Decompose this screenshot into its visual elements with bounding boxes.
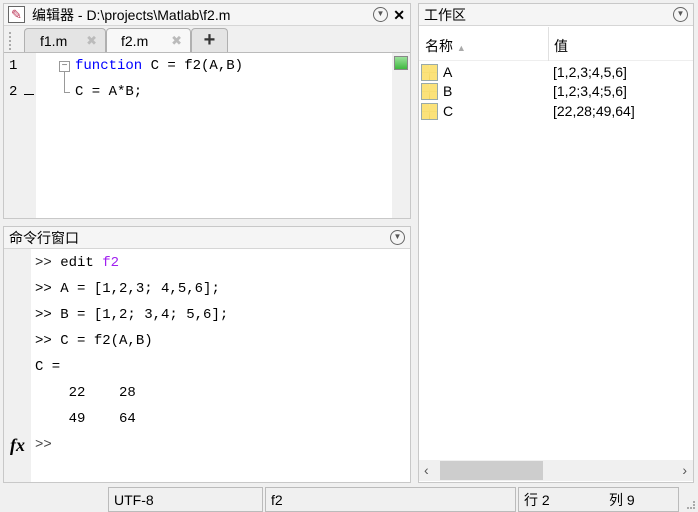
code-text: C = f2(A,B) (142, 58, 244, 74)
output-line: 22 28 (35, 385, 136, 401)
tab-label: f1.m (40, 33, 68, 49)
line-number: 1 (9, 58, 18, 74)
workspace-panel: 工作区 ▼ 名称 ▲ 值 A [1,2,3;4,5,6] B [1,2;3,4;5,… (418, 3, 694, 483)
fold-line (64, 72, 70, 93)
tab-label: f2.m (121, 33, 149, 49)
code-line-2: C = A*B; (75, 84, 143, 100)
right-margin (392, 53, 410, 218)
workspace-title-bar: 工作区 ▼ (419, 4, 693, 26)
workspace-header: 名称 ▲ 值 (419, 27, 693, 61)
panel-menu-icon[interactable]: ▼ (373, 7, 388, 22)
code-area[interactable]: 1 2 − function C = f2(A,B) C = A*B; (4, 52, 410, 218)
fold-collapse-icon[interactable]: − (59, 61, 70, 72)
panel-menu-icon[interactable]: ▼ (673, 7, 688, 22)
status-encoding: UTF-8 (108, 487, 263, 512)
command-window-title: 命令行窗口 (9, 230, 79, 246)
tab-grip[interactable] (9, 32, 13, 50)
scroll-left-icon[interactable]: ‹ (424, 462, 429, 478)
output-line: 49 64 (35, 411, 136, 427)
keyword: function (75, 58, 143, 74)
variable-row[interactable]: B [1,2;3,4;5,6] (419, 81, 693, 101)
matrix-variable-icon (421, 103, 438, 120)
editor-pencil-icon: ✎ (8, 6, 25, 23)
command-line: >> A = [1,2,3; 4,5,6]; (35, 281, 220, 297)
panel-menu-icon[interactable]: ▼ (390, 230, 405, 245)
tab-f1[interactable]: f1.m ✖ (24, 28, 106, 53)
command-output[interactable]: >> edit f2 >> A = [1,2,3; 4,5,6]; >> B =… (35, 255, 405, 463)
plus-icon: + (203, 29, 216, 51)
value-column-header[interactable]: 值 (554, 36, 568, 56)
status-function: f2 (265, 487, 516, 512)
close-tab-icon[interactable]: ✖ (171, 29, 182, 53)
function-browser-fx-icon[interactable]: fx (10, 435, 25, 456)
code-status-indicator (394, 56, 408, 70)
variable-row[interactable]: C [22,28;49,64] (419, 101, 693, 121)
line-number-gutter (4, 53, 21, 218)
horizontal-scrollbar[interactable]: ‹ › (419, 460, 693, 481)
command-line: >> B = [1,2; 3,4; 5,6]; (35, 307, 229, 323)
scroll-right-icon[interactable]: › (682, 462, 687, 478)
code-line-1: function C = f2(A,B) (75, 58, 243, 74)
command-window-panel: 命令行窗口 ▼ >> edit f2 >> A = [1,2,3; 4,5,6]… (3, 226, 411, 483)
close-icon[interactable]: ✕ (393, 4, 405, 26)
command-line: >> C = f2(A,B) (35, 333, 153, 349)
breakpoint-gutter[interactable] (21, 53, 36, 218)
matrix-variable-icon (421, 83, 438, 100)
editor-title: 编辑器 - D:\projects\Matlab\f2.m (32, 7, 231, 23)
name-column-header[interactable]: 名称 ▲ (419, 27, 549, 61)
executable-line-marker (24, 94, 34, 95)
command-line: >> edit f2 (35, 255, 120, 271)
workspace-title: 工作区 (424, 7, 466, 23)
editor-title-bar: ✎ 编辑器 - D:\projects\Matlab\f2.m ▼ ✕ (4, 4, 410, 26)
sort-ascending-icon: ▲ (456, 43, 466, 53)
line-number: 2 (9, 84, 18, 100)
scrollbar-thumb[interactable] (440, 461, 543, 480)
editor-panel: ✎ 编辑器 - D:\projects\Matlab\f2.m ▼ ✕ f1.m… (3, 3, 411, 219)
matrix-variable-icon (421, 64, 438, 81)
resize-grip-icon[interactable] (687, 501, 695, 509)
status-position: 行 2 列 9 (518, 487, 679, 512)
close-tab-icon[interactable]: ✖ (86, 29, 97, 53)
add-tab-button[interactable]: + (191, 28, 228, 53)
output-line: C = (35, 359, 61, 375)
command-prompt-input[interactable]: >> (35, 437, 405, 463)
variable-row[interactable]: A [1,2,3;4,5,6] (419, 62, 693, 82)
command-window-title-bar: 命令行窗口 ▼ (4, 227, 410, 249)
tab-f2[interactable]: f2.m ✖ (106, 28, 191, 54)
